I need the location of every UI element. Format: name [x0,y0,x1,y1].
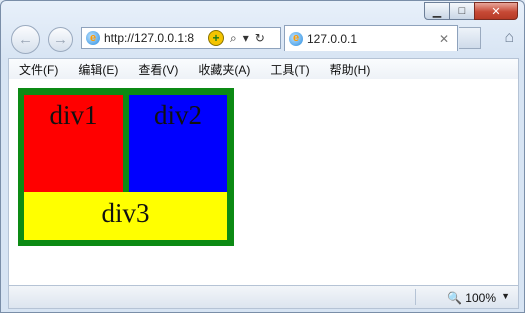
zoom-dropdown-icon[interactable]: ▼ [501,291,510,301]
status-divider [415,289,416,305]
menu-favorites[interactable]: 收藏夹(A) [188,61,260,78]
arrow-left-icon: ← [18,31,33,48]
address-bar[interactable]: e http://127.0.0.1:8 + ⌕ ▾ ↻ [81,27,281,49]
chevron-down-icon[interactable]: ▾ [243,31,249,45]
outer-container: div1 div2 div3 [18,88,234,246]
new-tab-button[interactable] [459,27,481,49]
div3-box: div3 [24,192,227,240]
menu-view[interactable]: 查看(V) [128,61,188,78]
back-button[interactable]: ← [11,25,40,54]
menu-help[interactable]: 帮助(H) [320,61,381,78]
minimize-button[interactable]: ▁ [424,2,450,20]
status-bar: 🔍 100% ▼ [8,285,519,309]
ie-page-icon: e [86,31,100,45]
window-caption-buttons: ▁ □ ✕ [424,2,518,20]
ie-tab-icon: e [289,31,303,46]
refresh-icon[interactable]: ↻ [255,31,265,45]
zoom-icon: 🔍 [447,291,463,305]
maximize-button[interactable]: □ [449,2,475,20]
tab-title: 127.0.0.1 [307,31,358,46]
address-url[interactable]: http://127.0.0.1:8 [104,31,206,45]
zoom-level: 100% [465,291,496,305]
div2-box: div2 [129,95,227,192]
search-icon[interactable]: ⌕ [230,31,237,46]
arrow-right-icon: → [53,31,68,48]
div1-box: div1 [24,95,123,192]
menu-bar: 文件(F) 编辑(E) 查看(V) 收藏夹(A) 工具(T) 帮助(H) [8,58,519,79]
menu-tools[interactable]: 工具(T) [260,61,319,78]
zoom-control[interactable]: 🔍 100% [447,291,496,305]
close-tab-icon[interactable]: ✕ [439,32,449,46]
browser-window: ▁ □ ✕ ← → e http://127.0.0.1:8 + ⌕ ▾ ↻ e… [0,0,525,313]
menu-file[interactable]: 文件(F) [9,61,68,78]
close-window-button[interactable]: ✕ [474,2,518,20]
compatibility-view-icon[interactable]: + [208,30,224,46]
forward-button[interactable]: → [48,27,73,52]
tab-127-0-0-1[interactable]: e 127.0.0.1 ✕ [284,25,458,51]
home-icon[interactable]: ⌂ [504,29,514,47]
page-content: div1 div2 div3 [8,79,519,285]
menu-edit[interactable]: 编辑(E) [68,61,128,78]
